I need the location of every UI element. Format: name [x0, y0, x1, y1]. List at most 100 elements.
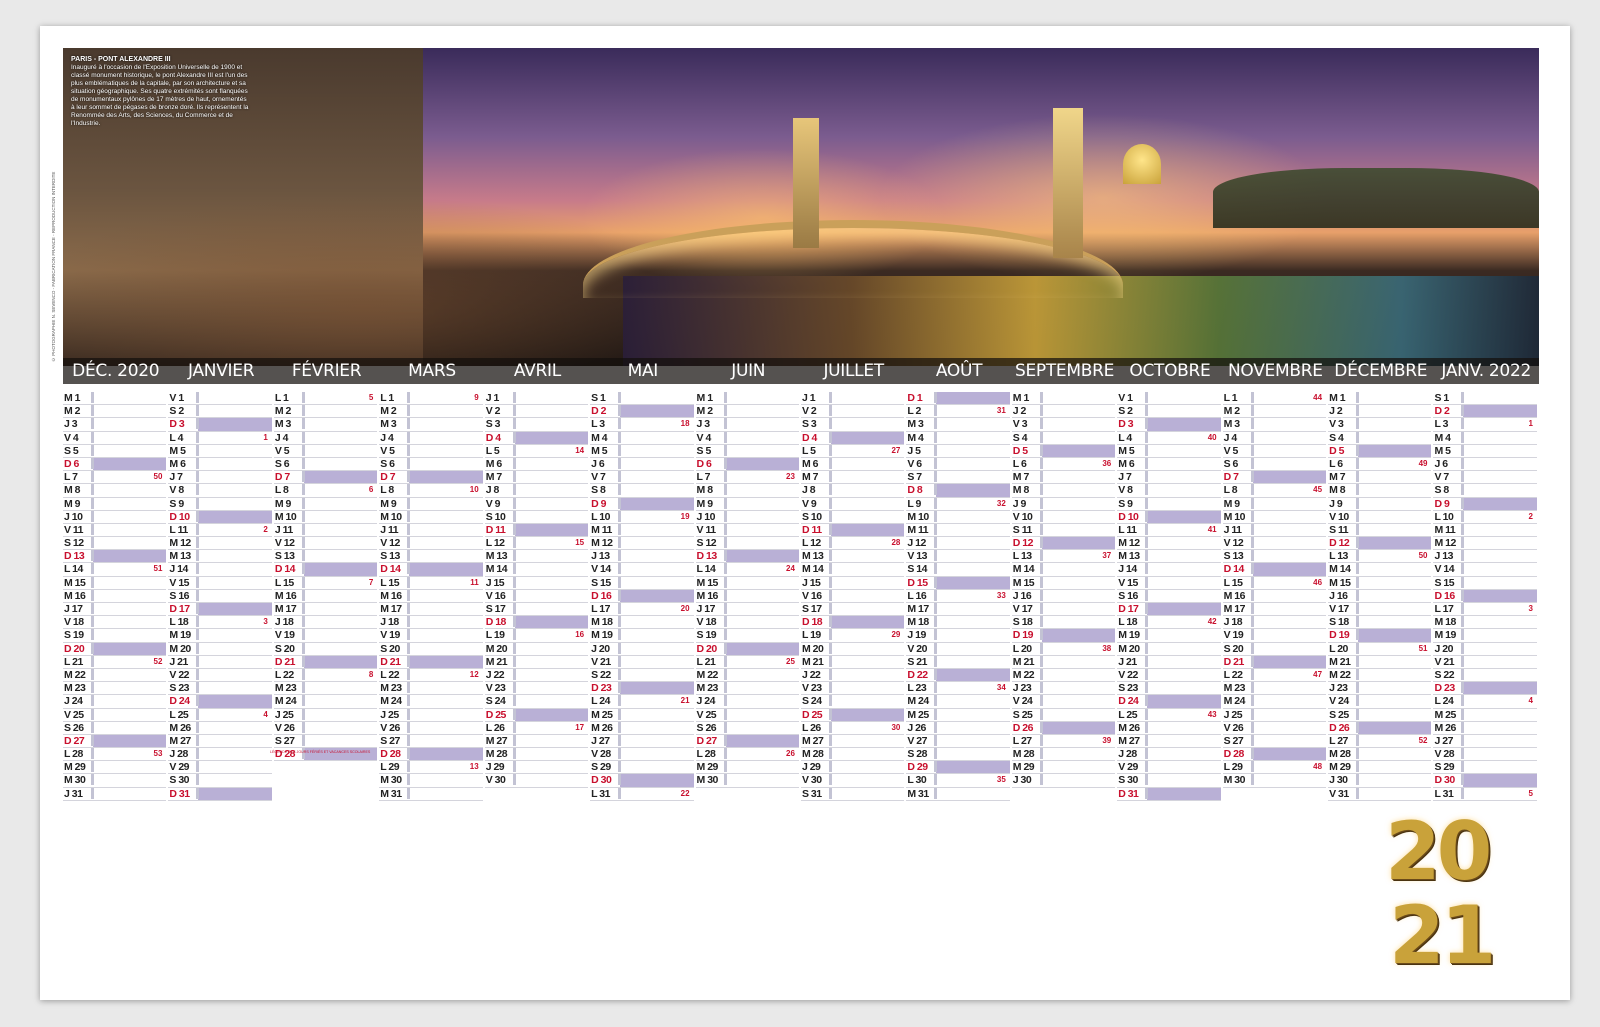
day-bar: [1039, 603, 1043, 614]
day-bar: [91, 510, 94, 522]
day-label: L 31: [1434, 787, 1454, 800]
day-label: V 5: [1223, 444, 1239, 457]
day-bar: [934, 523, 938, 535]
day-bar: [301, 510, 305, 522]
day-bar: [301, 655, 305, 667]
day-row: S 19: [695, 629, 799, 643]
day-bar: [1039, 405, 1043, 417]
day-label: S 20: [274, 642, 295, 655]
day-row: J 1: [800, 392, 905, 406]
day-bar: [512, 655, 516, 667]
day-bar: [407, 431, 411, 443]
day-bar: [618, 695, 622, 707]
day-row: D 20: [63, 642, 167, 656]
day-bar: [828, 721, 832, 733]
day-row: L 15 7: [273, 576, 378, 590]
day-label: J 2: [1012, 405, 1027, 418]
day-bar: [828, 405, 832, 417]
day-bar: [301, 734, 305, 746]
day-label: M 20: [169, 642, 191, 655]
day-row: M 11: [1433, 523, 1537, 538]
day-row: L 28 53: [63, 748, 167, 762]
day-bar: [196, 589, 200, 601]
day-label: J 17: [696, 603, 716, 615]
day-row: L 8 6: [273, 484, 378, 498]
day-row: M 8: [1011, 484, 1116, 498]
day-bar: [301, 563, 305, 575]
day-row: D 31: [168, 787, 272, 801]
day-bar: [1039, 655, 1043, 667]
day-label: V 25: [64, 708, 84, 721]
day-bar: [828, 668, 832, 680]
day-row: M 22: [63, 668, 167, 683]
day-bar: [407, 774, 411, 786]
day-label: L 1: [380, 392, 394, 404]
day-row: M 3: [273, 418, 378, 432]
day-row: M 8: [63, 484, 167, 498]
day-row: M 2: [379, 405, 483, 419]
day-label: M 13: [485, 550, 508, 563]
day-row: L 29 48: [1222, 761, 1327, 775]
day-label: J 4: [380, 431, 394, 444]
day-bar: [1145, 695, 1149, 707]
day-label: V 29: [1118, 761, 1138, 774]
day-bar: [934, 748, 938, 760]
day-bar: [723, 471, 727, 483]
day-row: D 3: [1117, 418, 1221, 432]
day-label: M 2: [380, 405, 397, 418]
day-row: L 11 2: [168, 523, 272, 538]
day-row: V 8: [1117, 484, 1221, 498]
day-bar: [512, 392, 516, 403]
week-number: 20: [680, 604, 690, 613]
day-bar: [407, 589, 411, 601]
day-label: D 10: [1118, 510, 1139, 523]
day-bar: [1461, 629, 1465, 641]
day-bar: [301, 418, 305, 430]
week-number: 6: [368, 485, 374, 495]
day-row: L 26 30: [800, 721, 905, 735]
day-row: M 16: [63, 589, 167, 603]
day-label: D 22: [907, 668, 928, 681]
day-bar: [723, 695, 727, 707]
day-label: V 22: [1118, 668, 1138, 681]
day-label: L 8: [1223, 484, 1238, 497]
day-bar: [828, 708, 832, 720]
day-bar: [1039, 484, 1043, 496]
day-label: L 17: [1434, 603, 1454, 615]
day-label: V 21: [591, 655, 611, 668]
day-row: V 15: [168, 576, 272, 590]
day-label: J 31: [64, 787, 83, 800]
day-row: D 21: [1222, 655, 1327, 669]
day-row: M 26: [590, 721, 694, 735]
day-label: L 3: [1434, 418, 1448, 431]
day-row: [274, 786, 377, 798]
day-label: J 23: [1012, 682, 1032, 695]
day-row: M 4: [590, 431, 694, 445]
day-label: S 29: [591, 761, 611, 774]
day-bar: [1145, 655, 1149, 667]
week-number: 47: [1313, 669, 1323, 679]
day-bar: [1039, 471, 1043, 483]
day-row: D 1: [906, 392, 1010, 406]
day-label: M 12: [591, 537, 613, 550]
day-row: L 25 4: [168, 708, 272, 722]
day-row: S 29: [590, 761, 694, 775]
day-row: M 15: [695, 576, 799, 590]
day-bar: [618, 682, 622, 694]
day-row: L 21 25: [695, 655, 799, 669]
day-label: S 18: [1012, 616, 1033, 629]
day-bar: [1250, 682, 1254, 694]
day-label: J 13: [591, 550, 610, 563]
year-line-2: 21: [1389, 889, 1496, 982]
day-row: L 1 44: [1222, 392, 1327, 406]
day-label: V 24: [1329, 695, 1349, 708]
day-row: D 18: [800, 616, 905, 630]
day-label: S 2: [169, 405, 184, 418]
day-row: M 11: [906, 523, 1010, 538]
day-bar: [618, 550, 622, 562]
day-label: J 7: [1118, 471, 1132, 484]
day-row: J 20: [590, 642, 694, 656]
day-row: M 13: [168, 550, 272, 564]
day-row: V 25: [63, 708, 167, 722]
day-bar: [196, 457, 200, 469]
